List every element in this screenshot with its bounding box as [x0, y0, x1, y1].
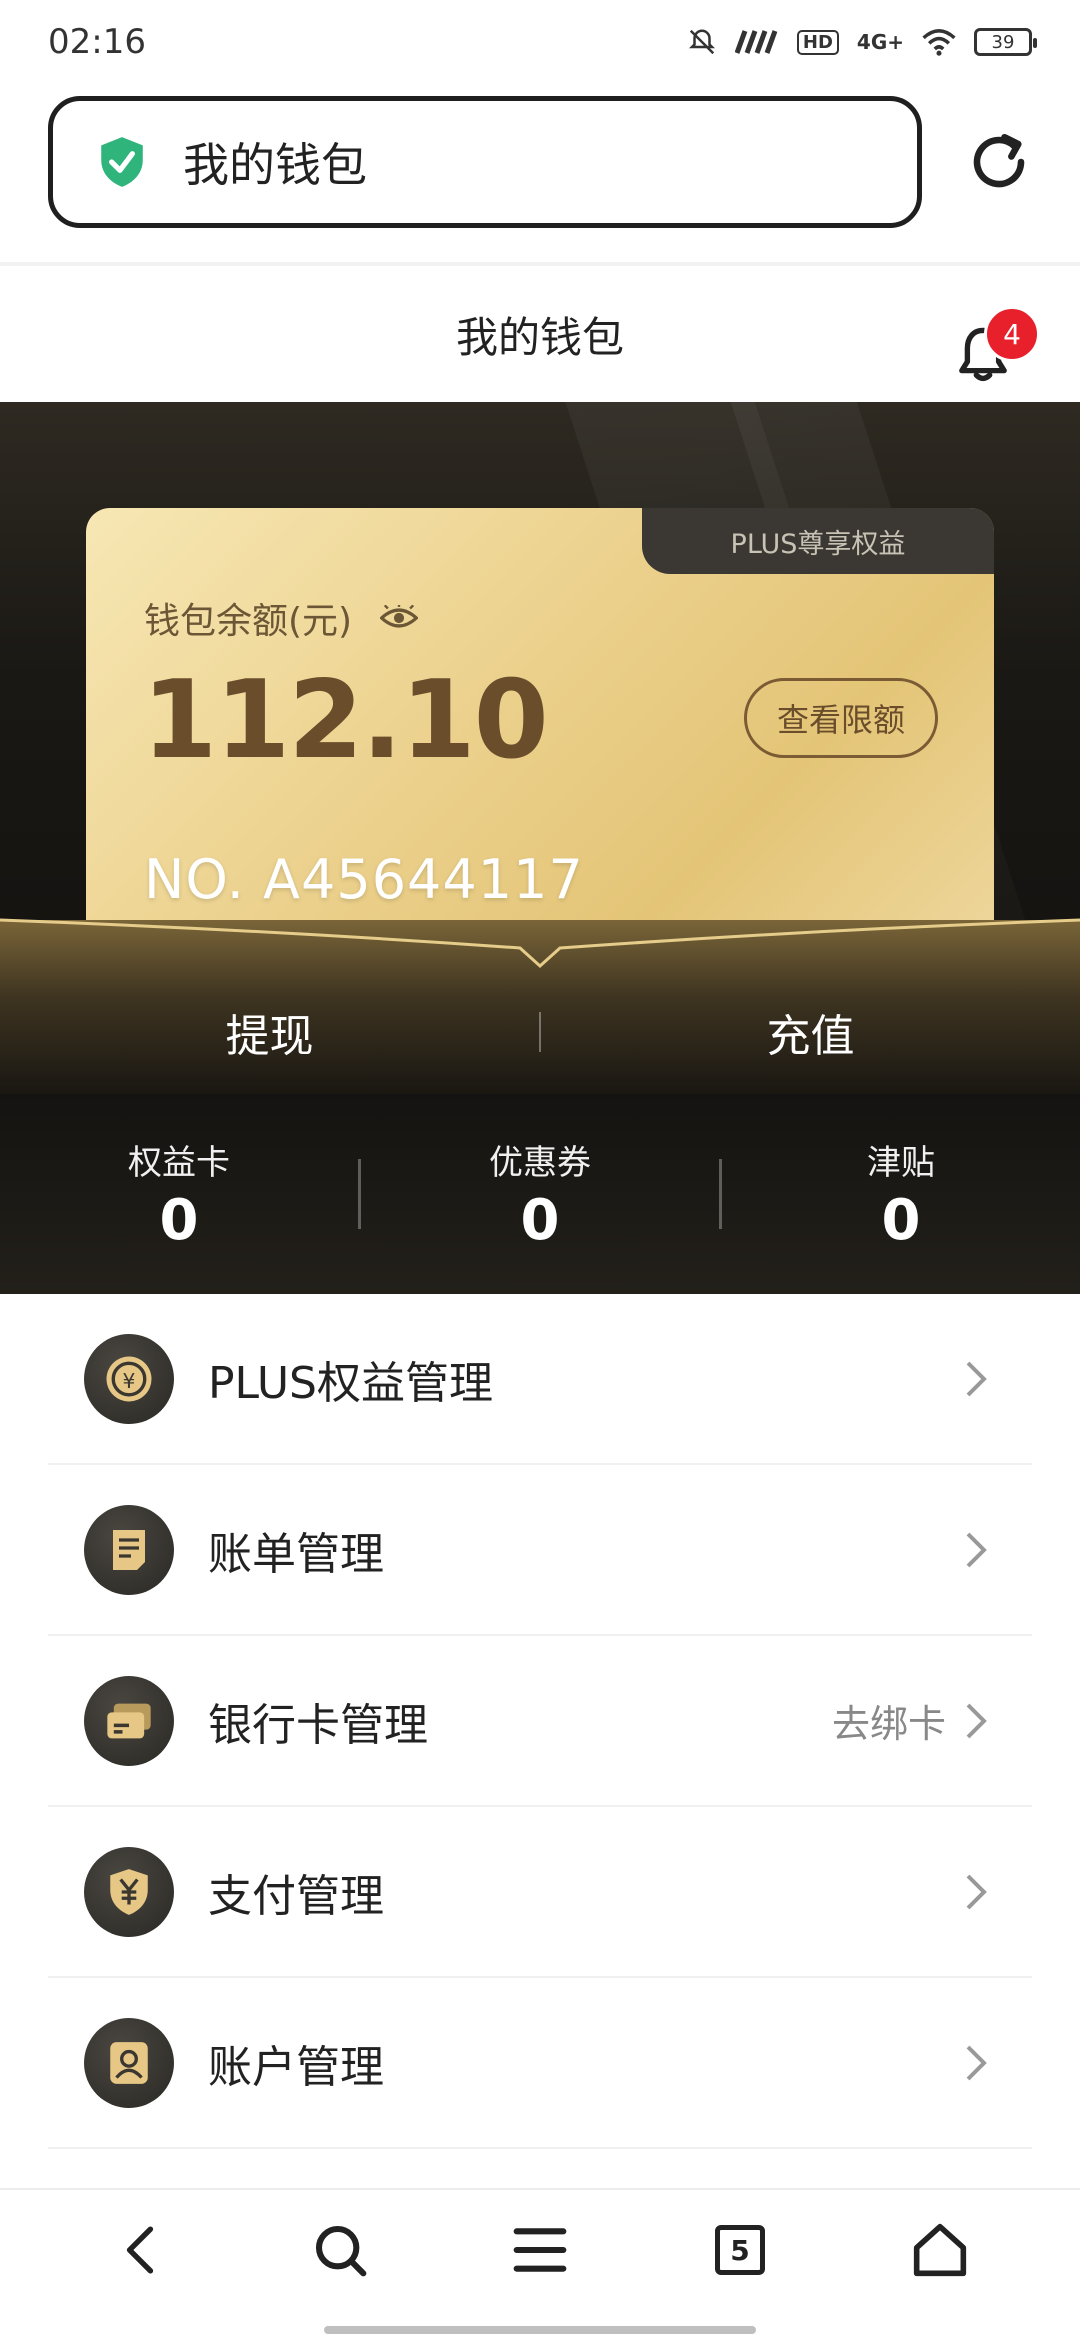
- menu-item-bills[interactable]: 账单管理: [48, 1465, 1032, 1636]
- menu-item-bank-cards[interactable]: 银行卡管理 去绑卡: [48, 1636, 1032, 1807]
- svg-text:¥: ¥: [123, 1369, 136, 1393]
- signal-bars-icon: [734, 30, 778, 54]
- balance-label: 钱包余额(元): [144, 601, 353, 642]
- menu-label: 支付管理: [208, 1870, 384, 1922]
- bill-icon: [84, 1504, 174, 1595]
- menu-list: ¥ PLUS权益管理 账单管理 银行卡管理 去绑卡 支付管理 账户管理: [48, 1294, 1032, 2149]
- home-icon: [913, 2223, 967, 2277]
- page-title: 我的钱包: [455, 312, 624, 362]
- search-icon: [315, 2225, 367, 2277]
- url-text: 我的钱包: [183, 138, 367, 192]
- menu-item-account[interactable]: 账户管理: [48, 1978, 1032, 2149]
- stat-value: 0: [881, 1188, 921, 1253]
- wallet-section: PLUS尊享权益 钱包余额(元) 112.10 查看限额 NO. A456441…: [0, 402, 1080, 1094]
- eye-icon[interactable]: [380, 605, 419, 631]
- menu-button[interactable]: [500, 2210, 580, 2290]
- stats-row: 权益卡 0 优惠券 0 津贴 0: [0, 1094, 1080, 1294]
- menu-item-payment[interactable]: 支付管理: [48, 1807, 1032, 1978]
- menu-item-plus-benefits[interactable]: ¥ PLUS权益管理: [48, 1294, 1032, 1465]
- card-number: NO. A45644117: [144, 848, 584, 911]
- bank-card-icon: [84, 1675, 174, 1766]
- yuan-shield-icon: [84, 1846, 174, 1937]
- network-type: 4G+: [856, 30, 904, 54]
- user-profile-icon: [84, 2017, 174, 2108]
- stat-label: 津贴: [867, 1143, 935, 1183]
- status-bar: 02:16 HD 4G+ 39: [0, 0, 1080, 84]
- url-bar[interactable]: 我的钱包: [48, 96, 922, 228]
- menu-label: 银行卡管理: [208, 1699, 428, 1751]
- coin-icon: ¥: [84, 1333, 174, 1424]
- chevron-right-icon: [966, 1361, 987, 1396]
- url-row: 我的钱包: [48, 96, 1032, 228]
- stat-label: 权益卡: [128, 1143, 230, 1183]
- stat-allowance[interactable]: 津贴 0: [722, 1135, 1080, 1253]
- shield-check-icon: [101, 137, 143, 187]
- card-pocket-edge: [0, 918, 1080, 969]
- tab-count: 5: [715, 2225, 765, 2275]
- withdraw-button[interactable]: 提现: [0, 1000, 539, 1064]
- page-header: 我的钱包 4: [0, 266, 1080, 402]
- menu-label: PLUS权益管理: [208, 1357, 493, 1409]
- bind-card-link[interactable]: 去绑卡: [832, 1693, 946, 1748]
- stat-label: 优惠券: [489, 1143, 591, 1183]
- stat-value: 0: [520, 1188, 560, 1253]
- home-button[interactable]: [900, 2210, 980, 2290]
- view-limit-button[interactable]: 查看限额: [744, 678, 938, 758]
- chevron-right-icon: [966, 1532, 987, 1567]
- balance-amount: 112.10: [142, 658, 549, 783]
- mute-notification-icon: [688, 29, 715, 55]
- bottom-nav: 5: [0, 2190, 1080, 2340]
- recharge-button[interactable]: 充值: [541, 1000, 1080, 1064]
- menu-label: 账户管理: [208, 2041, 384, 2093]
- search-button[interactable]: [300, 2210, 380, 2290]
- menu-label: 账单管理: [208, 1528, 384, 1580]
- chevron-right-icon: [966, 1703, 987, 1738]
- stat-benefit-card[interactable]: 权益卡 0: [0, 1135, 358, 1253]
- stat-value: 0: [159, 1188, 199, 1253]
- back-button[interactable]: [100, 2210, 180, 2290]
- status-time: 02:16: [48, 22, 146, 62]
- notification-button[interactable]: 4: [944, 298, 1040, 388]
- balance-label-row: 钱包余额(元): [144, 592, 419, 644]
- hd-badge: HD: [796, 29, 839, 55]
- wifi-icon: [922, 29, 956, 56]
- plus-benefits-tab[interactable]: PLUS尊享权益: [642, 508, 994, 574]
- reload-icon[interactable]: [966, 129, 1032, 195]
- tabs-button[interactable]: 5: [700, 2210, 780, 2290]
- status-icons: HD 4G+ 39: [687, 27, 1037, 57]
- home-indicator[interactable]: [324, 2326, 756, 2334]
- hamburger-menu-icon: [513, 2228, 567, 2272]
- battery-icon: 39: [974, 28, 1037, 56]
- chevron-right-icon: [966, 1874, 987, 1909]
- stat-coupon[interactable]: 优惠券 0: [361, 1135, 719, 1253]
- wallet-actions: 提现 充值: [0, 982, 1080, 1082]
- chevron-right-icon: [966, 2045, 987, 2080]
- notification-badge: 4: [984, 306, 1040, 362]
- back-arrow-icon: [126, 2226, 154, 2274]
